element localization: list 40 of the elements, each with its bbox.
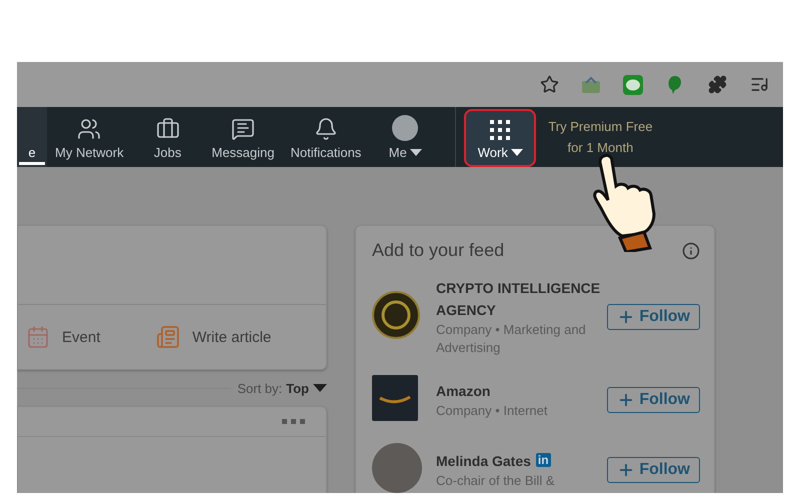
people-icon xyxy=(77,117,102,141)
info-icon[interactable] xyxy=(682,242,700,260)
chat-icon xyxy=(231,117,256,141)
card-title: Add to your feed xyxy=(372,240,504,261)
newspaper-icon xyxy=(156,325,180,349)
follow-button[interactable]: Follow xyxy=(607,457,700,483)
nav-tab[interactable]: Work xyxy=(464,109,536,167)
company-logo xyxy=(372,291,420,339)
nav-tab[interactable]: e xyxy=(17,107,47,167)
chat-app-icon[interactable] xyxy=(623,74,643,94)
share-action[interactable]: Event xyxy=(20,324,106,350)
sort-dropdown[interactable]: Sort by: Top xyxy=(237,380,327,396)
suggestion-name[interactable]: Melinda Gates xyxy=(436,450,531,472)
suggestion-name[interactable]: CRYPTO INTELLIGENCE AGENCY xyxy=(436,277,608,321)
puzzle-icon[interactable] xyxy=(708,75,726,94)
avatar-icon xyxy=(392,115,418,141)
nav-tab[interactable]: Notifications xyxy=(282,107,370,167)
company-logo xyxy=(372,375,418,421)
nav-tab[interactable]: Jobs xyxy=(132,107,204,167)
premium-link[interactable]: Try Premium Free for 1 Month xyxy=(548,116,653,158)
caret-icon xyxy=(313,384,327,392)
more-icon[interactable] xyxy=(282,418,306,424)
bell-icon xyxy=(314,117,338,141)
linkedin-badge: in xyxy=(536,453,551,467)
suggestion-subtitle: Company • Marketing and Advertising xyxy=(436,321,587,357)
nav-tab[interactable]: Messaging xyxy=(204,107,282,167)
star-icon[interactable] xyxy=(540,75,558,94)
nav-tab[interactable]: My Network xyxy=(47,107,132,167)
share-action[interactable]: Write article xyxy=(150,324,278,350)
follow-button[interactable]: Follow xyxy=(607,304,700,330)
briefcase-icon xyxy=(156,117,180,141)
playlist-icon[interactable] xyxy=(750,75,768,94)
nav-tab[interactable]: Me xyxy=(369,107,442,167)
calendar-icon xyxy=(26,325,50,349)
grid-icon xyxy=(489,119,512,141)
suggestion-subtitle: Company • Internet xyxy=(436,402,548,420)
suggestion-name[interactable]: Amazon xyxy=(436,380,490,402)
photo-placeholder xyxy=(372,443,422,493)
suggestion-subtitle: Co-chair of the Bill & xyxy=(436,472,556,490)
follow-button[interactable]: Follow xyxy=(607,387,700,413)
